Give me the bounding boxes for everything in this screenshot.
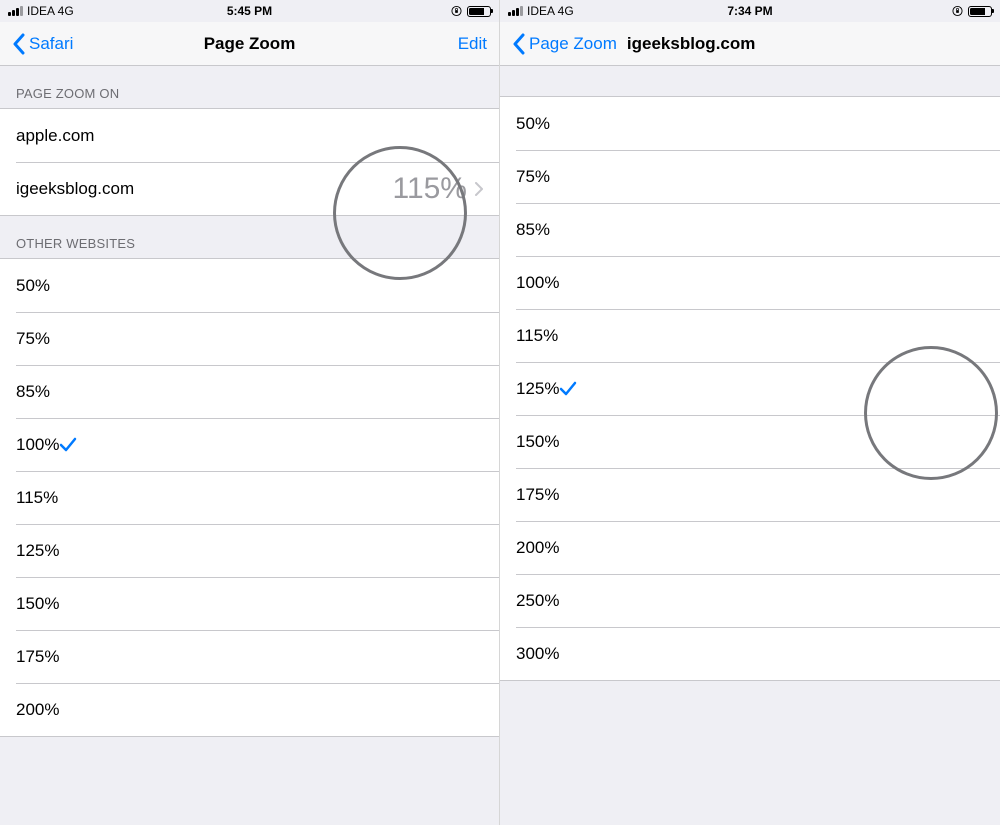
zoom-option-label: 85% <box>516 220 550 240</box>
zoom-option-label: 100% <box>516 273 559 293</box>
checkmark-icon <box>559 381 577 397</box>
spacer <box>500 66 1000 96</box>
status-bar: IDEA 4G 5:45 PM <box>0 0 499 22</box>
zoom-option-label: 200% <box>516 538 559 558</box>
battery-icon <box>968 6 992 17</box>
edit-button[interactable]: Edit <box>458 34 487 54</box>
zoom-option-label: 75% <box>16 329 50 349</box>
navigation-bar: Page Zoom igeeksblog.com <box>500 22 1000 66</box>
back-button[interactable]: Safari <box>12 33 73 55</box>
page-title: Page Zoom <box>204 34 296 54</box>
carrier-label: IDEA 4G <box>527 4 574 18</box>
chevron-left-icon <box>12 33 25 55</box>
status-time: 5:45 PM <box>227 4 272 18</box>
signal-icon <box>508 6 523 16</box>
zoom-option[interactable]: 115% <box>500 309 1000 362</box>
zoom-option[interactable]: 200% <box>0 683 499 736</box>
carrier-label: IDEA 4G <box>27 4 74 18</box>
back-button[interactable]: Page Zoom <box>512 33 617 55</box>
zoom-option[interactable]: 75% <box>500 150 1000 203</box>
zoom-option-label: 50% <box>16 276 50 296</box>
zoom-option-label: 100% <box>16 435 59 455</box>
zoom-option[interactable]: 150% <box>500 415 1000 468</box>
zoom-option[interactable]: 85% <box>500 203 1000 256</box>
zoom-option-label: 75% <box>516 167 550 187</box>
zoom-option-label: 50% <box>516 114 550 134</box>
zoom-option[interactable]: 125% <box>0 524 499 577</box>
section-header-zoom-on: PAGE ZOOM ON <box>0 66 499 108</box>
chevron-right-icon <box>475 182 483 196</box>
zoom-option-label: 115% <box>516 326 558 346</box>
section-header-other: OTHER WEBSITES <box>0 216 499 258</box>
status-time: 7:34 PM <box>727 4 772 18</box>
zoom-option-label: 175% <box>16 647 59 667</box>
battery-icon <box>467 6 491 17</box>
zoom-option[interactable]: 150% <box>0 577 499 630</box>
zoom-option[interactable]: 200% <box>500 521 1000 574</box>
back-label: Page Zoom <box>529 34 617 54</box>
zoom-option-label: 175% <box>516 485 559 505</box>
zoom-option[interactable]: 175% <box>500 468 1000 521</box>
site-row-igeeksblog[interactable]: igeeksblog.com 115% <box>0 162 499 215</box>
phone-left: IDEA 4G 5:45 PM Safari Page Zoom Edit PA… <box>0 0 500 825</box>
zoom-option-label: 125% <box>16 541 59 561</box>
zoom-level-list-left: 50% 75% 85% 100% 115% 125% 150% 175% 200% <box>0 258 499 737</box>
zoom-option-label: 150% <box>516 432 559 452</box>
signal-icon <box>8 6 23 16</box>
page-title: igeeksblog.com <box>627 34 755 54</box>
rotation-lock-icon <box>952 5 963 17</box>
zoom-option[interactable]: 175% <box>0 630 499 683</box>
zoom-option-label: 200% <box>16 700 59 720</box>
site-list: apple.com igeeksblog.com 115% <box>0 108 499 216</box>
zoom-option[interactable]: 75% <box>0 312 499 365</box>
zoom-option[interactable]: 250% <box>500 574 1000 627</box>
zoom-option[interactable]: 100% <box>0 418 499 471</box>
zoom-option[interactable]: 115% <box>0 471 499 524</box>
zoom-option[interactable]: 85% <box>0 365 499 418</box>
rotation-lock-icon <box>451 5 462 17</box>
zoom-option-label: 300% <box>516 644 559 664</box>
back-label: Safari <box>29 34 73 54</box>
checkmark-icon <box>59 437 77 453</box>
zoom-option[interactable]: 125% <box>500 362 1000 415</box>
zoom-option-label: 150% <box>16 594 59 614</box>
status-bar: IDEA 4G 7:34 PM <box>500 0 1000 22</box>
site-zoom-value: 115% <box>392 172 467 206</box>
navigation-bar: Safari Page Zoom Edit <box>0 22 499 66</box>
zoom-option-label: 115% <box>16 488 58 508</box>
site-label: igeeksblog.com <box>16 179 134 199</box>
zoom-option[interactable]: 300% <box>500 627 1000 680</box>
site-label: apple.com <box>16 126 94 146</box>
zoom-option-label: 125% <box>516 379 559 399</box>
zoom-level-list-right: 50% 75% 85% 100% 115% 125% 150% 175% 200% 250% 300… <box>500 96 1000 681</box>
zoom-option[interactable]: 50% <box>500 97 1000 150</box>
chevron-left-icon <box>512 33 525 55</box>
zoom-option-label: 85% <box>16 382 50 402</box>
zoom-option[interactable]: 100% <box>500 256 1000 309</box>
site-row-apple[interactable]: apple.com <box>0 109 499 162</box>
phone-right: IDEA 4G 7:34 PM Page Zoom igeeksblog.com… <box>500 0 1000 825</box>
zoom-option[interactable]: 50% <box>0 259 499 312</box>
zoom-option-label: 250% <box>516 591 559 611</box>
